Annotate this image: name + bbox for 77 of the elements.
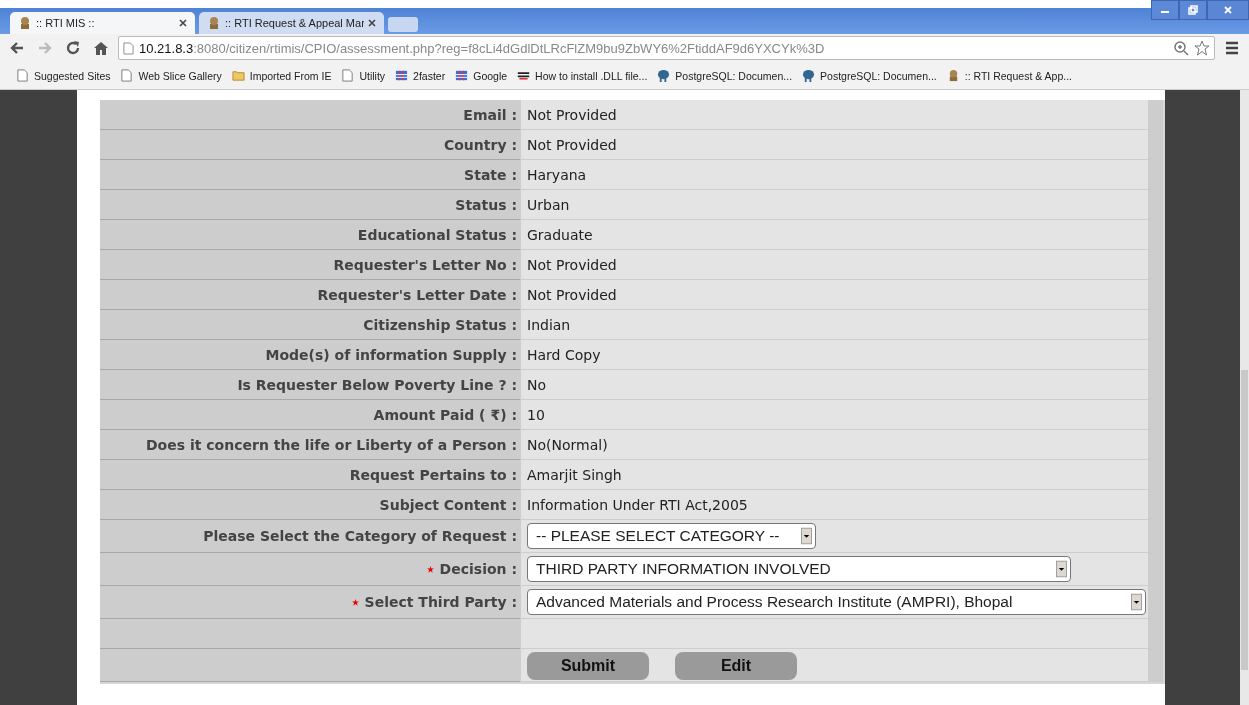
- field-value: Not Provided: [527, 136, 617, 153]
- dropdown[interactable]: THIRD PARTY INFORMATION INVOLVED: [527, 556, 1071, 582]
- field-label: Requester's Letter Date :: [317, 286, 517, 303]
- field-value: Amarjit Singh: [527, 466, 622, 483]
- tab-title: :: RTI Request & Appeal Mar: [225, 17, 364, 29]
- dropdown[interactable]: -- PLEASE SELECT CATEGORY --: [527, 523, 816, 549]
- field-value: Not Provided: [527, 106, 617, 123]
- bookmark[interactable]: 2faster: [395, 69, 446, 82]
- field-label: Request Pertains to :: [349, 466, 517, 483]
- star-icon[interactable]: [1194, 40, 1210, 56]
- emblem-icon: [18, 16, 32, 30]
- field-value: Urban: [527, 196, 570, 213]
- field-label: Is Requester Below Poverty Line ? :: [237, 376, 517, 393]
- elephant-icon: [657, 69, 671, 82]
- page-icon: [16, 69, 29, 82]
- bookmark[interactable]: Web Slice Gallery: [120, 69, 222, 82]
- close-icon[interactable]: [179, 19, 187, 27]
- field-label: State :: [464, 166, 517, 183]
- field-value: Hard Copy: [527, 346, 601, 363]
- field-value: No: [527, 376, 547, 393]
- field-label: Select Third Party :: [364, 594, 517, 610]
- field-label: Please Select the Category of Request :: [203, 528, 517, 544]
- emblem-icon: [207, 16, 221, 30]
- field-label: Subject Content :: [379, 496, 517, 513]
- field-value: Not Provided: [527, 286, 617, 303]
- dropdown[interactable]: Advanced Materials and Process Research Institute (AMPRI), Bhopal: [527, 589, 1146, 615]
- field-label: Requester's Letter No :: [333, 256, 517, 273]
- field-label: Does it concern the life or Liberty of a Person :: [146, 436, 517, 453]
- scrollbar[interactable]: [1240, 90, 1249, 705]
- restore-button[interactable]: [1179, 0, 1207, 20]
- field-label: Email :: [463, 106, 517, 123]
- bookmark[interactable]: PostgreSQL: Documen...: [802, 69, 937, 82]
- bookmark[interactable]: How to install .DLL file...: [517, 69, 648, 82]
- address-bar[interactable]: 10.21.8.3:8080/citizen/rtimis/CPIO/assessment.php?reg=f8cLi4dGdlDtLRcFlZM9bu9ZbWY6%2FtiddAF9d6YXCYk%3D: [118, 36, 1215, 60]
- form-button[interactable]: Submit: [527, 652, 649, 680]
- home-icon[interactable]: [93, 40, 109, 56]
- zoom-icon[interactable]: [1173, 40, 1189, 56]
- menu-icon[interactable]: [1224, 40, 1240, 56]
- minimize-button[interactable]: [1151, 0, 1179, 20]
- elephant-icon: [802, 69, 816, 82]
- field-value: No(Normal): [527, 436, 608, 453]
- bookmark[interactable]: PostgreSQL: Documen...: [657, 69, 793, 82]
- field-label: Country :: [443, 136, 517, 153]
- page-icon: [120, 69, 134, 82]
- field-label: Status :: [455, 196, 517, 213]
- page-icon: [341, 69, 355, 82]
- field-label: Decision :: [439, 561, 517, 577]
- field-value: Haryana: [527, 166, 587, 183]
- field-value: Information Under RTI Act,2005: [527, 496, 748, 513]
- bookmark[interactable]: Imported From IE: [231, 69, 332, 82]
- close-icon: [1223, 5, 1233, 15]
- close-window-button[interactable]: [1207, 0, 1249, 20]
- bookmark[interactable]: Suggested Sites: [16, 69, 111, 82]
- close-icon[interactable]: [368, 19, 376, 27]
- field-label: Educational Status :: [357, 226, 517, 243]
- field-label: Amount Paid ( ₹) :: [373, 406, 517, 423]
- field-value: Not Provided: [527, 256, 617, 273]
- browser-tab[interactable]: :: RTI MIS ::: [10, 12, 195, 34]
- tab-title: :: RTI MIS ::: [36, 17, 96, 29]
- restore-icon: [1188, 5, 1198, 15]
- bookmark[interactable]: Google: [455, 69, 508, 82]
- page-icon: [123, 41, 134, 55]
- field-value: 10: [527, 406, 545, 423]
- reload-icon[interactable]: [65, 40, 81, 56]
- folder-icon: [231, 69, 245, 82]
- bookmark[interactable]: Utility: [341, 69, 386, 82]
- grid-icon: [395, 69, 409, 82]
- browser-tab[interactable]: :: RTI Request & Appeal Mar: [199, 12, 384, 34]
- bookmark[interactable]: :: RTI Request & App...: [946, 69, 1072, 82]
- grid-icon: [455, 69, 469, 82]
- field-value: Indian: [527, 316, 571, 333]
- back-icon[interactable]: [9, 40, 25, 56]
- field-value: Graduate: [527, 226, 593, 243]
- form-button[interactable]: Edit: [675, 652, 797, 680]
- field-label: Citizenship Status :: [363, 316, 517, 333]
- field-label: Mode(s) of information Supply :: [265, 346, 517, 363]
- dll-logo-icon: [517, 69, 531, 82]
